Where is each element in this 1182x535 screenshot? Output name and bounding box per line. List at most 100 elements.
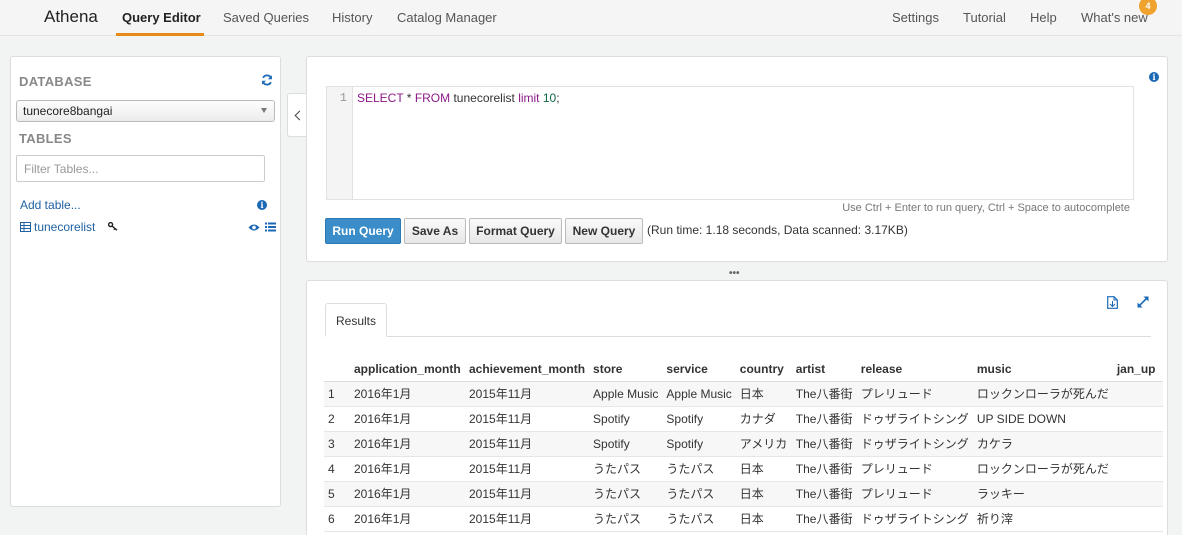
table-cell[interactable]: プレリュード — [856, 381, 973, 407]
table-cell[interactable]: The八番街 — [791, 406, 857, 432]
table-row[interactable]: 4 2016年1月 2015年11月 うたパス うたパス 日本 The八番街 プレリュード ロッ… — [324, 456, 1163, 482]
tab-catalog-manager[interactable]: Catalog Manager — [397, 10, 497, 25]
column-header[interactable]: jan_up — [1112, 357, 1163, 382]
table-cell[interactable]: ドゥザライトシング — [856, 506, 973, 532]
table-cell[interactable]: 2016年1月 — [350, 431, 465, 457]
refresh-icon[interactable] — [261, 74, 273, 86]
table-cell[interactable]: 日本 — [735, 381, 792, 407]
new-query-button[interactable]: New Query — [565, 218, 643, 244]
code-number: 10 — [542, 91, 557, 105]
table-cell[interactable]: ロックンローラが死んだ — [972, 456, 1113, 482]
table-cell[interactable]: うたパス — [589, 506, 663, 532]
nav-whats-new[interactable]: What's new — [1081, 10, 1148, 25]
table-cell[interactable]: 日本 — [735, 456, 792, 482]
expand-icon[interactable] — [1137, 296, 1149, 308]
table-row[interactable]: 1 2016年1月 2015年11月 Apple Music Apple Music 日本… — [324, 381, 1163, 407]
tab-history[interactable]: History — [332, 10, 372, 25]
table-cell[interactable]: 日本 — [735, 481, 792, 507]
tab-query-editor[interactable]: Query Editor — [122, 10, 201, 25]
table-cell[interactable]: 2015年11月 — [465, 506, 590, 532]
table-row[interactable]: 5 2016年1月 2015年11月 うたパス うたパス 日本 The八番街 プレリュード ラッ… — [324, 481, 1163, 507]
table-cell[interactable]: うたパス — [662, 481, 736, 507]
table-row[interactable]: 2 2016年1月 2015年11月 Spotify Spotify カナダ The八番街ド… — [324, 406, 1163, 432]
table-cell[interactable]: 2015年11月 — [465, 406, 590, 432]
table-cell[interactable]: Apple Music — [662, 381, 736, 407]
sql-editor[interactable]: 1 SELECT * FROM tunecorelist limit 10; — [326, 86, 1134, 200]
format-query-button[interactable]: Format Query — [469, 218, 562, 244]
nav-tutorial[interactable]: Tutorial — [963, 10, 1006, 25]
table-cell[interactable]: 2015年11月 — [465, 431, 590, 457]
table-cell[interactable]: ドゥザライトシング — [856, 406, 973, 432]
table-cell[interactable]: The八番街 — [791, 506, 857, 532]
table-cell[interactable]: うたパス — [589, 481, 663, 507]
column-header[interactable]: artist — [791, 357, 857, 382]
table-cell[interactable]: The八番街 — [791, 431, 857, 457]
table-cell[interactable]: Apple Music — [589, 381, 663, 407]
download-csv-icon[interactable] — [1107, 296, 1118, 309]
table-cell[interactable] — [1112, 381, 1163, 407]
nav-help[interactable]: Help — [1030, 10, 1057, 25]
database-select[interactable]: tunecore8bangai — [16, 100, 275, 122]
table-cell[interactable]: 2015年11月 — [465, 481, 590, 507]
table-cell[interactable]: うたパス — [662, 506, 736, 532]
table-cell[interactable]: 2016年1月 — [350, 381, 465, 407]
table-name-link[interactable]: tunecorelist — [34, 220, 95, 234]
table-cell[interactable]: UP SIDE DOWN — [972, 406, 1113, 432]
table-cell[interactable]: カナダ — [735, 406, 792, 432]
table-cell[interactable]: The八番街 — [791, 381, 857, 407]
table-cell[interactable] — [1112, 481, 1163, 507]
column-header[interactable]: country — [735, 357, 792, 382]
table-cell[interactable]: 2015年11月 — [465, 456, 590, 482]
list-columns-icon[interactable] — [265, 222, 276, 232]
column-header[interactable]: achievement_month — [465, 357, 590, 382]
table-cell[interactable]: Spotify — [589, 431, 663, 457]
table-cell[interactable]: プレリュード — [856, 481, 973, 507]
table-item[interactable]: tunecorelist — [20, 220, 276, 236]
table-cell[interactable]: 日本 — [735, 506, 792, 532]
info-icon[interactable]: i — [257, 200, 267, 210]
table-cell[interactable]: Spotify — [662, 431, 736, 457]
sql-code: SELECT * FROM tunecorelist limit 10; — [357, 91, 560, 105]
table-cell[interactable]: Spotify — [589, 406, 663, 432]
editor-info-icon[interactable]: i — [1149, 72, 1159, 82]
table-cell[interactable]: アメリカ — [735, 431, 792, 457]
save-as-button[interactable]: Save As — [404, 218, 466, 244]
line-number: 1 — [339, 91, 347, 105]
tab-results[interactable]: Results — [325, 303, 387, 337]
table-cell[interactable]: 2016年1月 — [350, 456, 465, 482]
table-cell[interactable]: うたパス — [662, 456, 736, 482]
column-header[interactable]: application_month — [350, 357, 465, 382]
table-cell[interactable]: The八番街 — [791, 456, 857, 482]
table-cell[interactable] — [1112, 456, 1163, 482]
tab-saved-queries[interactable]: Saved Queries — [223, 10, 309, 25]
table-cell[interactable] — [1112, 506, 1163, 532]
table-cell[interactable]: カケラ — [972, 431, 1113, 457]
table-cell[interactable] — [1112, 431, 1163, 457]
table-cell[interactable]: ロックンローラが死んだ — [972, 381, 1113, 407]
column-header[interactable]: service — [662, 357, 736, 382]
table-cell[interactable]: プレリュード — [856, 456, 973, 482]
run-query-button[interactable]: Run Query — [325, 218, 401, 244]
table-cell[interactable]: 2015年11月 — [465, 381, 590, 407]
column-header[interactable]: release — [856, 357, 973, 382]
filter-tables-input[interactable] — [16, 155, 265, 182]
table-cell[interactable]: うたパス — [589, 456, 663, 482]
table-cell[interactable]: Spotify — [662, 406, 736, 432]
column-header[interactable]: store — [589, 357, 663, 382]
table-row[interactable]: 6 2016年1月 2015年11月 うたパス うたパス 日本 The八番街 ドゥザライトシン… — [324, 506, 1163, 532]
table-cell[interactable]: 祈り滓 — [972, 506, 1113, 532]
table-cell[interactable]: 2016年1月 — [350, 506, 465, 532]
nav-settings[interactable]: Settings — [892, 10, 939, 25]
resize-handle-icon[interactable]: ••• — [729, 268, 740, 279]
table-cell[interactable]: 2016年1月 — [350, 406, 465, 432]
preview-eye-icon[interactable] — [248, 223, 260, 232]
table-cell[interactable] — [1112, 406, 1163, 432]
table-cell[interactable]: ラッキー — [972, 481, 1113, 507]
column-header[interactable]: music — [972, 357, 1113, 382]
collapse-sidebar-button[interactable] — [287, 93, 307, 137]
table-row[interactable]: 3 2016年1月 2015年11月 Spotify Spotify アメリカ The八番街… — [324, 431, 1163, 457]
table-cell[interactable]: 2016年1月 — [350, 481, 465, 507]
table-cell[interactable]: ドゥザライトシング — [856, 431, 973, 457]
add-table-link[interactable]: Add table... — [20, 198, 81, 212]
table-cell[interactable]: The八番街 — [791, 481, 857, 507]
